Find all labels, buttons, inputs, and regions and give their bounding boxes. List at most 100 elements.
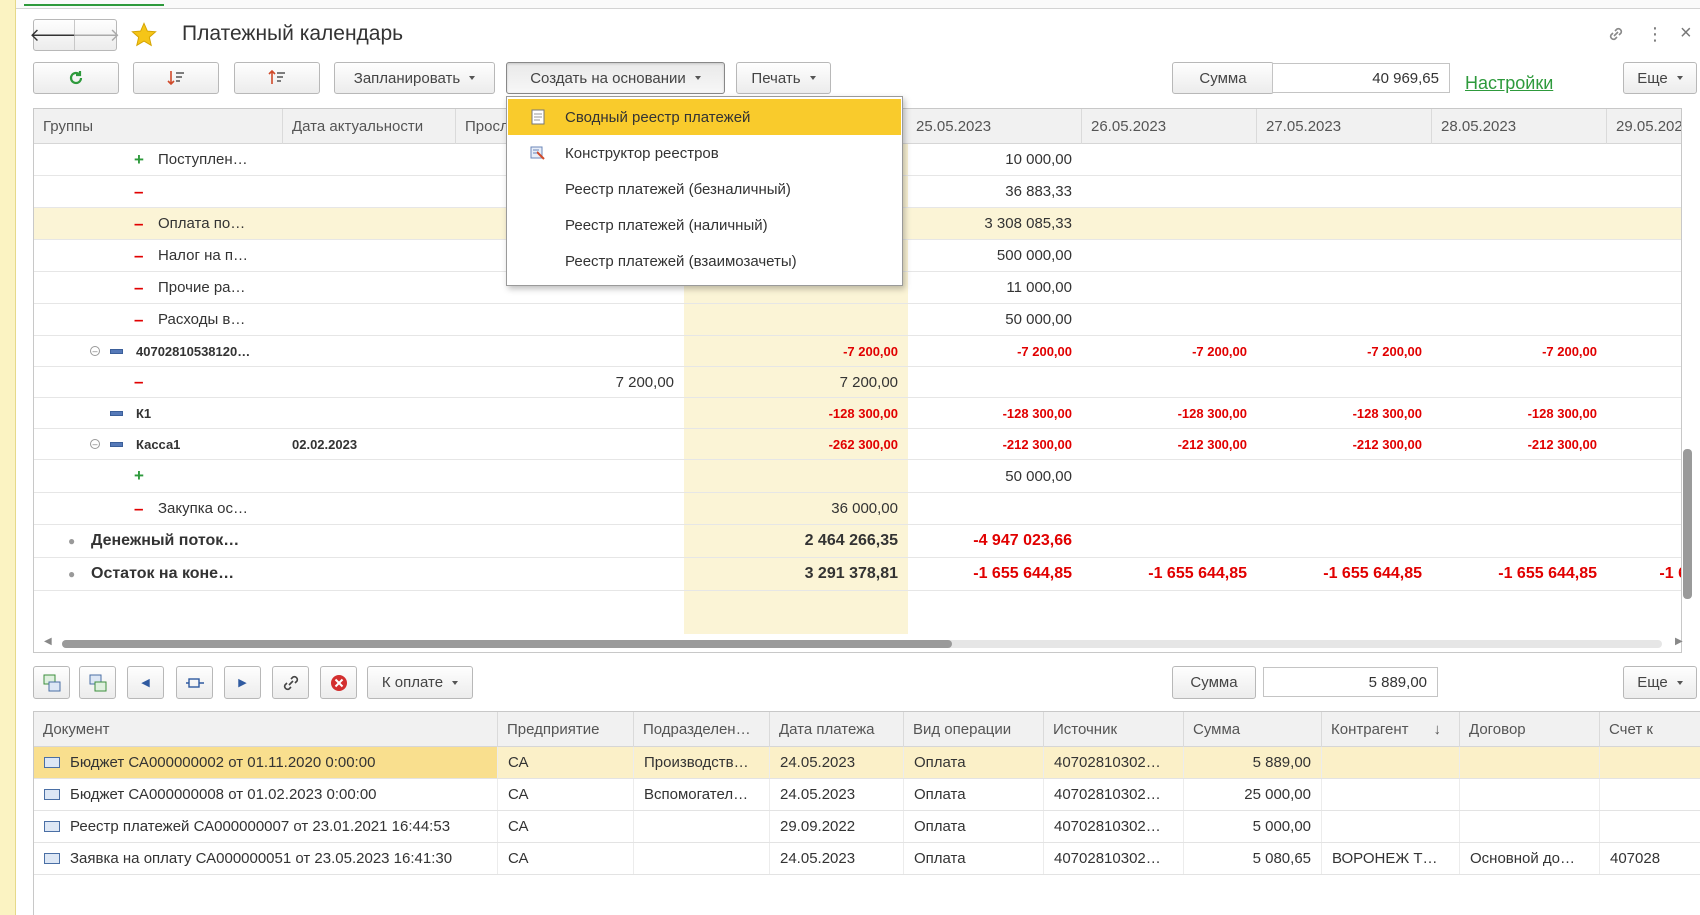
row-name	[158, 176, 288, 207]
scroll-left-icon[interactable]: ◀	[44, 636, 52, 647]
col-header-date-4[interactable]: 28.05.2023	[1432, 109, 1607, 144]
cell-d3	[1257, 367, 1432, 397]
minus-icon: –	[134, 309, 144, 329]
col-header-document[interactable]: Документ	[34, 712, 498, 747]
cell-d2	[1082, 240, 1257, 271]
document-title: Бюджет СА000000008 от 01.02.2023 0:00:00	[70, 786, 377, 803]
calendar-row[interactable]: К1 -128 300,00 -128 300,00 -128 300,00 -128 …	[34, 398, 1681, 429]
cell-d1: -7 200,00	[1017, 343, 1072, 359]
sort-ascending-icon	[268, 69, 285, 84]
collapse-icon[interactable]: –	[90, 429, 100, 459]
col-header-contract[interactable]: Договор	[1460, 712, 1600, 747]
table-row[interactable]: Бюджет СА000000002 от 01.11.2020 0:00:00…	[34, 747, 1700, 779]
link-document-button[interactable]	[272, 666, 309, 699]
forward-arrow-icon[interactable]: 🡒	[72, 20, 120, 50]
cell-d1: -212 300,00	[1002, 436, 1072, 452]
delete-button[interactable]	[320, 666, 357, 699]
col-header-account[interactable]: Счет к	[1600, 712, 1700, 747]
col-header-department[interactable]: Подразделен…	[634, 712, 770, 747]
cell-overdue	[456, 398, 684, 428]
cell-d4	[1432, 272, 1607, 303]
calendar-row[interactable]: – 40702810538120… -7 200,00 -7 200,00 -7 200…	[34, 336, 1681, 367]
col-header-payment-date[interactable]: Дата платежа	[770, 712, 904, 747]
create-based-on-button[interactable]: Создать на основании	[506, 62, 725, 94]
calendar-row[interactable]: – Расходы в… 50 000,00	[34, 304, 1681, 336]
cell-source: 40702810302…	[1044, 811, 1184, 842]
cell-d4	[1432, 208, 1607, 239]
cell-contractor	[1322, 811, 1460, 842]
cell-d4	[1432, 176, 1607, 207]
to-pay-button[interactable]: К оплате	[367, 666, 473, 699]
bottom-sum-button[interactable]: Сумма	[1172, 666, 1256, 699]
scroll-thumb[interactable]	[62, 640, 952, 648]
minus-icon: –	[134, 277, 144, 297]
menu-item-registry-netting[interactable]: Реестр платежей (взаимозачеты)	[508, 243, 901, 279]
col-header-date-5[interactable]: 29.05.202	[1607, 109, 1681, 144]
sort-desc-button[interactable]	[133, 62, 219, 94]
anchor-button[interactable]	[176, 666, 213, 699]
minus-icon: –	[134, 181, 144, 201]
col-header-contractor[interactable]: Контрагент ↓	[1322, 712, 1460, 747]
col-header-date-actual[interactable]: Дата актуальности	[283, 109, 456, 144]
scroll-right-icon[interactable]: ▶	[1675, 636, 1683, 647]
calendar-row[interactable]: +50 000,00	[34, 460, 1681, 493]
prev-button[interactable]: ◀	[127, 666, 164, 699]
settings-link[interactable]: Настройки	[1465, 73, 1553, 94]
prev-arrow-icon: ◀	[141, 677, 150, 689]
cell-overdue	[456, 525, 684, 557]
calendar-row[interactable]: ● Денежный поток… 2 464 266,35 -4 947 023,6…	[34, 525, 1681, 558]
row-name: К1	[136, 405, 152, 421]
link-icon[interactable]	[1606, 24, 1626, 44]
cell-org: СА	[498, 747, 634, 778]
col-header-groups[interactable]: Группы	[34, 109, 283, 144]
favorite-star-icon[interactable]	[130, 21, 158, 49]
table-row[interactable]: Реестр платежей СА000000007 от 23.01.202…	[34, 811, 1700, 843]
col-header-sum[interactable]: Сумма	[1184, 712, 1322, 747]
col-header-organization[interactable]: Предприятие	[498, 712, 634, 747]
col-header-date-1[interactable]: 25.05.2023	[907, 109, 1082, 144]
calendar-row[interactable]: – Касса1 02.02.2023 -262 300,00 -212 300,00 -…	[34, 429, 1681, 460]
calendar-row[interactable]: – Закупка ос… 36 000,00	[34, 493, 1681, 525]
print-button[interactable]: Печать	[736, 62, 831, 94]
collapse-icon[interactable]: –	[90, 336, 100, 366]
move-in-button[interactable]	[33, 666, 70, 699]
col-header-operation-type[interactable]: Вид операции	[904, 712, 1044, 747]
col-header-source[interactable]: Источник	[1044, 712, 1184, 747]
cell-today: 7 200,00	[839, 373, 898, 391]
close-icon[interactable]: ×	[1680, 22, 1692, 45]
table-row[interactable]: Заявка на оплату СА000000051 от 23.05.20…	[34, 843, 1700, 875]
schedule-button[interactable]: Запланировать	[334, 62, 495, 94]
cell-d5	[1607, 304, 1681, 335]
table-row[interactable]: Бюджет СА000000008 от 01.02.2023 0:00:00…	[34, 779, 1700, 811]
calendar-vertical-scrollbar[interactable]	[1683, 144, 1692, 624]
bottom-more-button[interactable]: Еще	[1623, 666, 1697, 699]
sort-asc-button[interactable]	[234, 62, 320, 94]
cell-sum: 5 080,65	[1184, 843, 1322, 874]
more-button[interactable]: Еще	[1623, 62, 1697, 94]
calendar-row[interactable]: – 7 200,00 7 200,00	[34, 367, 1681, 398]
menu-item-registry-noncash[interactable]: Реестр платежей (безналичный)	[508, 171, 901, 207]
refresh-button[interactable]	[33, 62, 119, 94]
calendar-horizontal-scrollbar[interactable]: ◀ ▶	[44, 636, 1683, 649]
row-name: Остаток на коне…	[91, 565, 235, 582]
calendar-row[interactable]: ● Остаток на коне… 3 291 378,81 -1 655 644,…	[34, 558, 1681, 591]
cell-d3: -128 300,00	[1352, 405, 1422, 421]
col-header-date-3[interactable]: 27.05.2023	[1257, 109, 1432, 144]
move-all-button[interactable]	[79, 666, 116, 699]
cell-d1: -128 300,00	[1002, 405, 1072, 421]
menu-item-summary-registry[interactable]: Сводный реестр платежей	[508, 99, 901, 135]
cell-d5	[1607, 525, 1681, 557]
cell-dept: Вспомогател…	[634, 779, 770, 810]
sum-button[interactable]: Сумма	[1172, 62, 1274, 94]
menu-item-registry-constructor[interactable]: Конструктор реестров	[508, 135, 901, 171]
scroll-thumb[interactable]	[1683, 449, 1692, 599]
cell-contract	[1460, 747, 1600, 778]
menu-item-registry-cash[interactable]: Реестр платежей (наличный)	[508, 207, 901, 243]
cell-source: 40702810302…	[1044, 747, 1184, 778]
more-vertical-icon[interactable]: ⋮	[1646, 24, 1664, 45]
cell-contract: Основной до…	[1460, 843, 1600, 874]
cell-sum: 25 000,00	[1184, 779, 1322, 810]
next-button[interactable]: ▶	[224, 666, 261, 699]
back-arrow-icon[interactable]: 🡐	[29, 20, 78, 50]
col-header-date-2[interactable]: 26.05.2023	[1082, 109, 1257, 144]
